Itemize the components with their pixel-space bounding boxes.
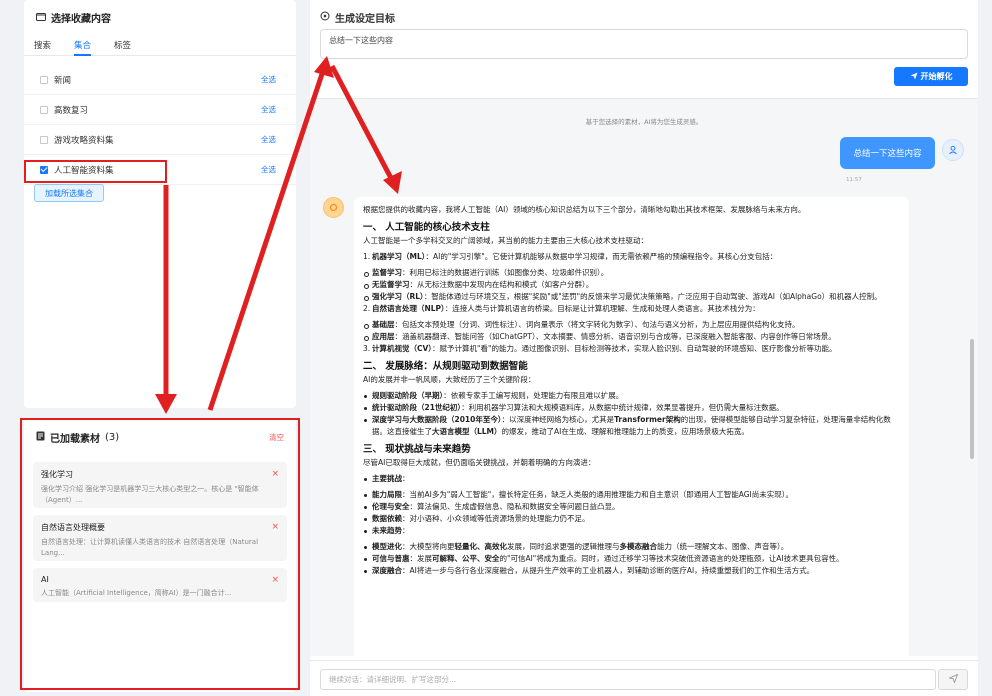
generation-panel: 生成设定目标 开始孵化 基于您选择的素材，AI将为您生成灵感。 总结一下这些内容… [310,0,978,696]
collection-label: 新闻 [54,75,72,86]
list-item: 模型进化：大模型将向更轻量化、高效化发展，同时追求更强的逻辑推理与多模态融合能力… [363,541,900,553]
tab-search[interactable]: 搜索 [34,32,51,55]
send-icon [910,72,918,82]
target-icon [320,11,330,24]
chat-hint: 基于您选择的素材，AI将为您生成灵感。 [585,118,703,126]
ai-paragraph: 人工智能是一个多学科交叉的广阔领域，其当前的能力主要由三大核心技术支柱驱动： [363,236,648,245]
ai-response: 根据您提供的收藏内容，我将人工智能（AI）领域的核心知识总结为以下三个部分，清晰… [354,197,909,657]
tab-collections[interactable]: 集合 [74,32,92,56]
list-item: 未来趋势： [363,525,900,537]
send-icon [947,673,958,686]
collection-checkbox[interactable] [40,135,48,144]
list-item: 无监督学习：从无标注数据中发现内在结构和模式（如客户分群）。 [363,279,900,291]
select-all-link[interactable]: 全选 [261,104,276,115]
collection-item-games[interactable]: 游戏攻略资料集 全选 [24,125,296,155]
list-item: 3. 计算机视觉（CV）：赋予计算机"看"的能力。通过图像识别、目标检测等技术，实… [363,344,837,353]
start-hatch-button[interactable]: 开始孵化 [894,67,968,86]
list-item: 能力局限：当前AI多为"弱人工智能"，擅长特定任务，缺乏人类般的通用推理能力和自… [363,489,900,501]
collection-label: 高数复习 [54,105,89,116]
annotation-box-loaded-materials [20,418,300,690]
list-item: 1. 机器学习（ML）：AI的"学习引擎"。它使计算机能够从数据中学习规律，而无需… [363,252,778,261]
list-item: 2. 自然语言处理（NLP）：连接人类与计算机语言的桥梁。目标是让计算机理解、生成… [363,304,760,313]
collection-label: 游戏攻略资料集 [54,135,114,146]
ai-heading-2: 二、 发展脉络：从规则驱动到数据智能 [363,361,528,372]
user-icon [942,139,964,161]
select-all-link[interactable]: 全选 [261,74,276,85]
ai-icon [323,197,344,218]
load-collections-button[interactable]: 加载所选集合 [34,184,104,202]
send-button[interactable] [938,669,968,690]
list-item: 伦理与安全：算法偏见、生成虚假信息、隐私和数据安全等问题日益凸显。 [363,501,900,513]
list-item: 监督学习：利用已标注的数据进行训练（如图像分类、垃圾邮件识别）。 [363,267,900,279]
user-message: 总结一下这些内容 [840,137,935,169]
list-item: 统计驱动阶段（21世纪初）：利用机器学习算法和大规模语料库，从数据中统计规律，效… [363,402,900,414]
collection-checkbox[interactable] [40,105,48,114]
chat-input[interactable] [320,669,936,690]
chat-area[interactable]: 基于您选择的素材，AI将为您生成灵感。 总结一下这些内容 11:57 根据您提供… [310,98,978,657]
annotation-box-selected-collection [24,160,167,183]
list-item: 基础层：包括文本预处理（分词、词性标注）、词向量表示（将文字转化为数字）、句法与… [363,319,900,331]
list-item: 深度学习与大数据阶段（2010年至今）：以深度神经网络为核心，尤其是Transf… [363,414,900,438]
ai-paragraph: 尽管AI已取得巨大成就，但仍面临关键挑战，并朝着明确的方向演进： [363,458,596,467]
select-all-link[interactable]: 全选 [261,134,276,145]
tab-tags[interactable]: 标签 [114,32,131,55]
ai-intro: 根据您提供的收藏内容，我将人工智能（AI）领域的核心知识总结为以下三个部分，清晰… [363,205,806,214]
goal-section-title: 生成设定目标 [320,10,395,25]
list-item: 规则驱动阶段（早期）：依赖专家手工编写规则，处理能力有限且难以扩展。 [363,390,900,402]
list-item: 强化学习（RL）：智能体通过与环境交互，根据"奖励"或"惩罚"的反馈来学习最优决… [363,291,900,303]
list-item: 数据依赖：对小语种、小众领域等低资源场景的处理能力仍不足。 [363,513,900,525]
message-time: 11:57 [846,177,862,183]
collection-select-card: 选择收藏内容 搜索 集合 标签 新闻 全选 高数复习 全选 游戏攻略资料集 全选… [24,0,296,408]
collection-checkbox[interactable] [40,75,48,84]
collection-tabs: 搜索 集合 标签 [24,32,296,56]
goal-input[interactable] [320,29,968,59]
folder-icon [36,12,46,24]
list-item: 可信与普惠：发展可解释、公平、安全的"可信AI"将成为重点。同时，通过迁移学习等… [363,553,900,565]
list-item: 应用层：涵盖机器翻译、智能问答（如ChatGPT）、文本摘要、情感分析、语音识别… [363,331,900,343]
ai-heading-3: 三、 现状挑战与未来趋势 [363,444,471,455]
list-item: 主要挑战： [363,473,900,485]
collection-item-math[interactable]: 高数复习 全选 [24,95,296,125]
ai-heading-1: 一、 人工智能的核心技术支柱 [363,222,490,233]
select-all-link[interactable]: 全选 [261,164,276,175]
collection-item-news[interactable]: 新闻 全选 [24,65,296,95]
chat-scrollbar[interactable] [970,339,974,459]
list-item: 深度融合：AI将进一步与各行各业深度融合，从提升生产效率的工业机器人，到辅助诊断… [363,565,900,577]
chat-input-row [310,660,978,696]
ai-paragraph: AI的发展并非一帆风顺，大致经历了三个关键阶段： [363,375,536,384]
collection-select-title: 选择收藏内容 [36,10,111,25]
